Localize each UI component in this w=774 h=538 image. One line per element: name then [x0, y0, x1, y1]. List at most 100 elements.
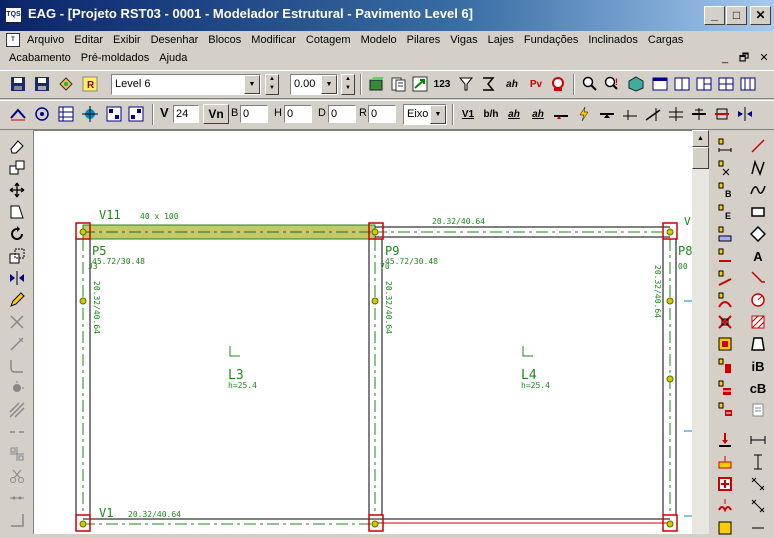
- menu-blocos[interactable]: Blocos: [203, 34, 246, 46]
- support-box-icon[interactable]: [714, 474, 736, 494]
- load-flag-icon[interactable]: [714, 400, 736, 420]
- menu-ajuda[interactable]: Ajuda: [154, 52, 192, 64]
- h-input[interactable]: 0: [284, 105, 312, 123]
- beam-end-icon[interactable]: [620, 104, 640, 124]
- ah-beam-2-button[interactable]: ah: [528, 104, 548, 124]
- menu-modelo[interactable]: Modelo: [356, 34, 402, 46]
- eraser-icon[interactable]: [6, 136, 28, 156]
- menu-cargas[interactable]: Cargas: [643, 34, 688, 46]
- menu-desenhar[interactable]: Desenhar: [146, 34, 204, 46]
- drawing-canvas[interactable]: V11 40 x 100 20.32/40.64 V P5 45.72/30.4…: [33, 130, 692, 534]
- vn-button[interactable]: Vn: [203, 104, 229, 124]
- layout-b-icon[interactable]: [126, 104, 146, 124]
- load-stack-icon[interactable]: [714, 378, 736, 398]
- window-layout-5-icon[interactable]: [738, 74, 758, 94]
- node-marker[interactable]: [79, 228, 87, 236]
- circle-icon[interactable]: [747, 290, 769, 310]
- menu-pre-moldados[interactable]: Pré-moldados: [76, 52, 154, 64]
- elevation-select[interactable]: 0.00 ▼: [290, 74, 338, 95]
- load-distributed-icon[interactable]: [714, 136, 736, 156]
- pencil-icon[interactable]: [6, 290, 28, 310]
- menu-modificar[interactable]: Modificar: [246, 34, 301, 46]
- numbering-button[interactable]: 123: [432, 74, 452, 94]
- load-box-icon[interactable]: [714, 334, 736, 354]
- fillet-icon[interactable]: [6, 356, 28, 376]
- menu-inclinados[interactable]: Inclinados: [583, 34, 643, 46]
- zoom-check-icon[interactable]: !: [602, 74, 622, 94]
- table-icon[interactable]: [747, 334, 769, 354]
- menu-fundacoes[interactable]: Fundações: [519, 34, 583, 46]
- beam-mode-icon[interactable]: [8, 104, 28, 124]
- 3d-model-icon[interactable]: [366, 74, 386, 94]
- grid-pattern-icon[interactable]: [56, 104, 76, 124]
- beam-support-icon[interactable]: [597, 104, 617, 124]
- node-marker[interactable]: [79, 297, 87, 305]
- d-input[interactable]: 0: [328, 105, 356, 123]
- node-marker[interactable]: [371, 228, 379, 236]
- ib-block[interactable]: iB: [747, 356, 769, 376]
- cb-block[interactable]: cB: [747, 378, 769, 398]
- beam-section-icon[interactable]: [551, 104, 571, 124]
- ah-button[interactable]: ah: [502, 74, 522, 94]
- r-icon[interactable]: R: [80, 74, 100, 94]
- layout-a-icon[interactable]: [104, 104, 124, 124]
- vertical-scrollbar[interactable]: ▲: [692, 130, 709, 534]
- array-icon[interactable]: [6, 444, 28, 464]
- scroll-up-icon[interactable]: ▲: [692, 130, 709, 147]
- load-column-icon[interactable]: [714, 356, 736, 376]
- properties-icon[interactable]: [56, 74, 76, 94]
- leader-icon[interactable]: [747, 268, 769, 288]
- menu-lajes[interactable]: Lajes: [483, 34, 519, 46]
- load-area-icon[interactable]: [714, 224, 736, 244]
- save-icon[interactable]: [8, 74, 28, 94]
- circle-target-icon[interactable]: [32, 104, 52, 124]
- dimension-vertical-icon[interactable]: [747, 452, 769, 472]
- polyline-icon[interactable]: [747, 158, 769, 178]
- mirror-icon[interactable]: [6, 268, 28, 288]
- floor-select[interactable]: Level 6 ▼: [111, 74, 261, 95]
- load-line-icon[interactable]: [714, 246, 736, 266]
- load-point-icon[interactable]: [714, 158, 736, 178]
- dimension-horizontal-icon[interactable]: [747, 430, 769, 450]
- load-b-icon[interactable]: B: [714, 180, 736, 200]
- node-marker[interactable]: [666, 228, 674, 236]
- node-marker[interactable]: [371, 520, 379, 528]
- beam-join-icon[interactable]: [712, 104, 732, 124]
- support-spring-icon[interactable]: [714, 496, 736, 516]
- cut-icon[interactable]: [6, 466, 28, 486]
- rectangle-icon[interactable]: [747, 202, 769, 222]
- chevron-down-icon[interactable]: ▼: [244, 75, 260, 94]
- r-input[interactable]: 0: [368, 105, 396, 123]
- measure-icon[interactable]: [6, 510, 28, 530]
- axis-select[interactable]: Eixo ▼: [403, 104, 447, 125]
- scale-icon[interactable]: [6, 246, 28, 266]
- window-layout-3-icon[interactable]: [694, 74, 714, 94]
- beam-mirror-icon[interactable]: [735, 104, 755, 124]
- menu-cotagem[interactable]: Cotagem: [301, 34, 356, 46]
- ah-beam-button[interactable]: ah: [504, 104, 524, 124]
- dimension-angular-icon[interactable]: [747, 496, 769, 516]
- beam-cross-icon[interactable]: [689, 104, 709, 124]
- node-marker[interactable]: [371, 297, 379, 305]
- menu-vigas[interactable]: Vigas: [445, 34, 482, 46]
- window-layout-2-icon[interactable]: [672, 74, 692, 94]
- document-list-icon[interactable]: [747, 400, 769, 420]
- menu-acabamento[interactable]: Acabamento: [4, 52, 76, 64]
- menu-editar[interactable]: Editar: [69, 34, 108, 46]
- window-layout-4-icon[interactable]: [716, 74, 736, 94]
- menu-pilares[interactable]: Pilares: [402, 34, 446, 46]
- hatch-area-icon[interactable]: [747, 312, 769, 332]
- explode-icon[interactable]: [6, 378, 28, 398]
- filter-icon[interactable]: [456, 74, 476, 94]
- menu-arquivo[interactable]: Arquivo: [22, 34, 69, 46]
- curve-icon[interactable]: [747, 180, 769, 200]
- node-marker[interactable]: [666, 297, 674, 305]
- support-down-icon[interactable]: [714, 430, 736, 450]
- pv-button[interactable]: Pv: [526, 74, 546, 94]
- text-tool[interactable]: A: [747, 246, 769, 266]
- 3d-view-icon[interactable]: [626, 74, 646, 94]
- load-e-icon[interactable]: E: [714, 202, 736, 222]
- save-as-icon[interactable]: [32, 74, 52, 94]
- elevation-spinner[interactable]: ▲ ▼: [341, 74, 355, 95]
- lookup-icon[interactable]: [548, 74, 568, 94]
